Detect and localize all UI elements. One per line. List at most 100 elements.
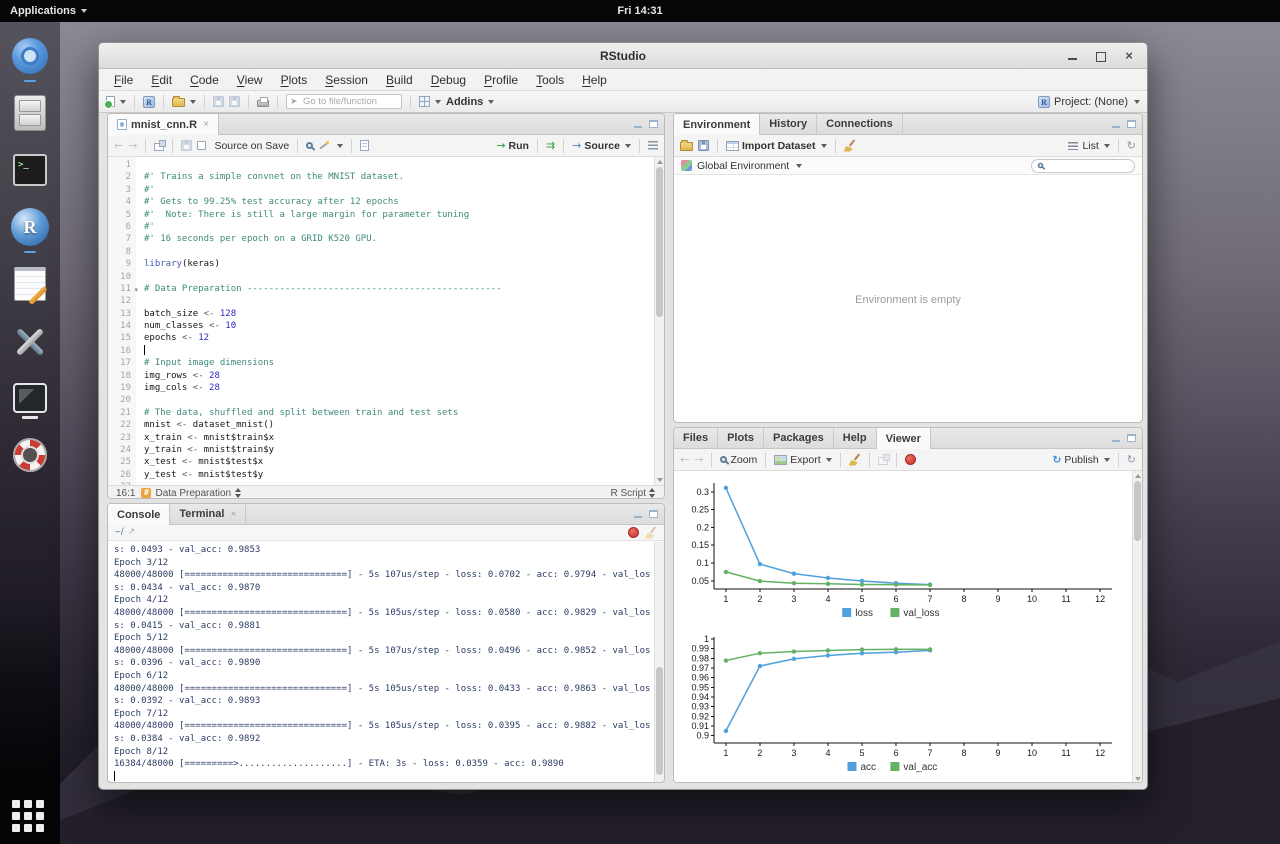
environment-search-input[interactable] <box>1047 161 1127 171</box>
scroll-down-icon[interactable] <box>1135 777 1141 781</box>
load-workspace-icon[interactable] <box>680 142 693 151</box>
tab-console[interactable]: Console <box>108 504 170 525</box>
editor-scrollbar[interactable] <box>654 157 664 485</box>
source-on-save-checkbox[interactable] <box>197 141 206 150</box>
tab-files[interactable]: Files <box>674 428 718 448</box>
maximize-pane-icon[interactable] <box>1127 434 1136 442</box>
scroll-thumb[interactable] <box>1134 481 1141 541</box>
dock-terminal-icon[interactable]: >_ <box>10 150 50 190</box>
new-file-button[interactable] <box>106 96 126 107</box>
menu-view[interactable]: View <box>228 71 272 89</box>
publish-button[interactable]: ↻Publish <box>1053 454 1110 466</box>
environment-scope[interactable]: Global Environment <box>697 160 789 172</box>
save-button[interactable] <box>213 96 224 107</box>
menu-help[interactable]: Help <box>573 71 616 89</box>
save-all-button[interactable] <box>229 96 240 107</box>
run-button[interactable]: →Run <box>496 140 529 152</box>
console-output[interactable]: s: 0.0493 - val_acc: 0.9853Epoch 3/12480… <box>108 541 664 783</box>
dock-chromium-icon[interactable] <box>10 36 50 76</box>
menu-file[interactable]: File <box>105 71 142 89</box>
show-applications-button[interactable] <box>12 800 48 836</box>
dock-display-icon[interactable] <box>10 378 50 418</box>
tab-history[interactable]: History <box>760 114 817 134</box>
tab-help[interactable]: Help <box>834 428 877 448</box>
save-workspace-icon[interactable] <box>698 140 709 151</box>
project-selector[interactable]: Project: (None) <box>1038 96 1140 108</box>
tab-environment[interactable]: Environment <box>674 114 760 135</box>
dock-text-editor-icon[interactable] <box>10 264 50 304</box>
zoom-button[interactable]: Zoom <box>720 454 757 466</box>
menu-code[interactable]: Code <box>181 71 228 89</box>
maximize-pane-icon[interactable] <box>649 510 658 518</box>
tab-plots[interactable]: Plots <box>718 428 764 448</box>
minimize-pane-icon[interactable] <box>1112 434 1121 443</box>
menu-session[interactable]: Session <box>316 71 377 89</box>
forward-button[interactable]: → <box>694 454 703 465</box>
menu-build[interactable]: Build <box>377 71 422 89</box>
tab-mnist-cnn[interactable]: mnist_cnn.R × <box>108 114 219 135</box>
list-view-button[interactable]: List <box>1068 140 1109 152</box>
viewer-scrollbar[interactable] <box>1132 471 1142 783</box>
rerun-icon[interactable]: ⇉ <box>546 140 555 151</box>
dock-file-manager-icon[interactable] <box>10 93 50 133</box>
clear-viewer-icon[interactable] <box>849 454 861 466</box>
scroll-up-icon[interactable] <box>1135 474 1141 478</box>
export-button[interactable]: Export <box>774 454 831 466</box>
close-button[interactable]: × <box>1123 50 1135 62</box>
refresh-icon[interactable]: ↻ <box>1127 139 1136 152</box>
maximize-pane-icon[interactable] <box>649 120 658 128</box>
open-in-new-window-icon[interactable] <box>878 457 888 465</box>
stop-icon[interactable] <box>628 527 639 538</box>
scroll-up-icon[interactable] <box>657 160 663 164</box>
scroll-thumb[interactable] <box>656 667 663 775</box>
compile-report-icon[interactable] <box>360 140 369 151</box>
minimize-pane-icon[interactable] <box>634 510 643 519</box>
tab-terminal[interactable]: Terminal× <box>170 504 246 524</box>
dock-tools-icon[interactable] <box>10 321 50 361</box>
goto-directory-icon[interactable]: ↗ <box>128 527 136 538</box>
back-button[interactable]: ← <box>114 140 123 151</box>
print-button[interactable] <box>257 96 269 107</box>
open-in-new-window-icon[interactable] <box>154 143 164 151</box>
goto-file-input[interactable] <box>286 94 402 109</box>
tab-packages[interactable]: Packages <box>764 428 834 448</box>
title-bar[interactable]: RStudio × <box>99 43 1147 69</box>
menu-tools[interactable]: Tools <box>527 71 573 89</box>
back-button[interactable]: ← <box>680 454 689 465</box>
pane-layout-button[interactable] <box>419 96 441 107</box>
forward-button[interactable]: → <box>128 140 137 151</box>
tab-connections[interactable]: Connections <box>817 114 903 134</box>
minimize-button[interactable] <box>1067 50 1079 62</box>
maximize-button[interactable] <box>1095 50 1107 62</box>
close-tab-icon[interactable]: × <box>203 119 209 130</box>
addins-button[interactable]: Addins <box>446 96 494 108</box>
minimize-pane-icon[interactable] <box>634 120 643 129</box>
refresh-icon[interactable]: ↻ <box>1127 453 1136 466</box>
minimize-pane-icon[interactable] <box>1112 120 1121 129</box>
find-replace-icon[interactable] <box>306 142 313 149</box>
dock-rstudio-icon[interactable]: R <box>10 207 50 247</box>
file-type-selector[interactable]: R Script <box>610 488 656 499</box>
code-tools-icon[interactable] <box>318 140 330 152</box>
maximize-pane-icon[interactable] <box>1127 120 1136 128</box>
fold-icon[interactable]: ▾ <box>134 284 138 296</box>
menu-debug[interactable]: Debug <box>422 71 475 89</box>
save-icon[interactable] <box>181 140 192 151</box>
code-editor[interactable]: 1234567891011▾12131415161718192021222324… <box>108 157 664 485</box>
stop-icon[interactable] <box>905 454 916 465</box>
source-button[interactable]: →Source <box>572 140 631 152</box>
clear-console-icon[interactable] <box>645 527 657 539</box>
document-outline-icon[interactable] <box>648 141 658 150</box>
import-dataset-button[interactable]: Import Dataset <box>726 140 827 152</box>
section-navigator[interactable]: Data Preparation <box>141 488 242 499</box>
menu-profile[interactable]: Profile <box>475 71 527 89</box>
scroll-thumb[interactable] <box>656 167 663 317</box>
tab-viewer[interactable]: Viewer <box>877 428 931 449</box>
open-file-button[interactable] <box>172 96 196 107</box>
applications-menu[interactable]: Applications <box>0 0 97 22</box>
scroll-down-icon[interactable] <box>657 478 663 482</box>
dock-help-icon[interactable] <box>10 435 50 475</box>
close-tab-icon[interactable]: × <box>230 509 236 520</box>
new-project-button[interactable] <box>143 96 155 108</box>
menu-plots[interactable]: Plots <box>272 71 317 89</box>
